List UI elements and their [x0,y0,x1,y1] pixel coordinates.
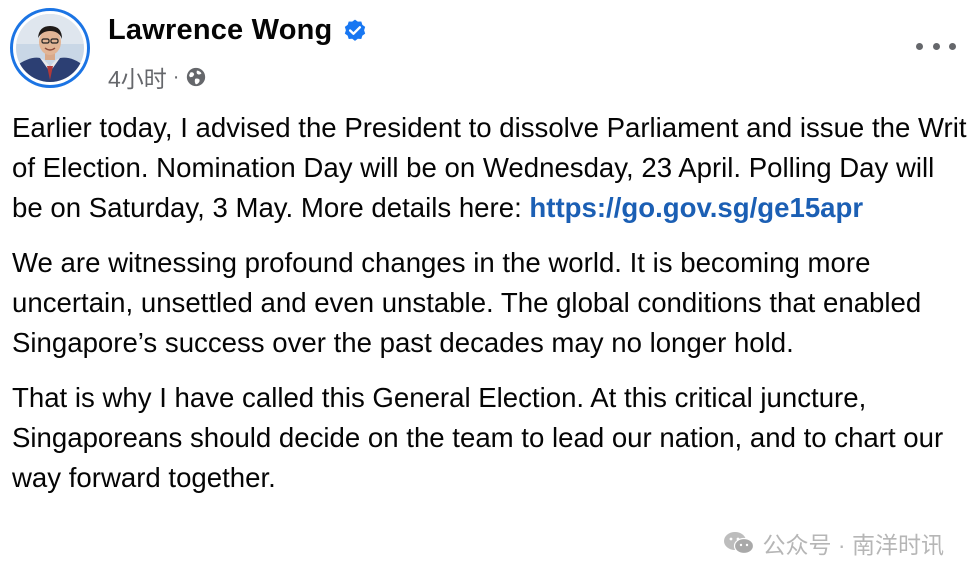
globe-icon[interactable] [185,66,207,88]
paragraph-text: We are witnessing profound changes in th… [12,247,922,358]
paragraph-text: That is why I have called this General E… [12,382,944,493]
post-meta: 4小时 · [108,60,207,94]
watermark: 公众号 · 南洋时讯 [722,526,944,560]
more-dot [916,42,923,50]
avatar-photo [16,14,84,82]
author-row: Lawrence Wong [108,14,368,47]
more-dot [949,42,956,50]
wechat-icon [723,532,754,555]
post-link[interactable]: https://go.gov.sg/ge15apr [529,192,863,223]
avatar[interactable] [10,8,90,88]
post-paragraph: Earlier today, I advised the President t… [12,108,967,228]
watermark-text: 公众号 · 南洋时讯 [762,532,944,558]
post-body: Earlier today, I advised the President t… [12,108,967,513]
more-options-icon[interactable] [916,36,956,56]
post-timestamp[interactable]: 4小时 [108,60,167,94]
post-paragraph: We are witnessing profound changes in th… [12,243,967,363]
meta-separator: · [172,65,180,88]
more-dot [932,42,940,50]
author-name[interactable]: Lawrence Wong [108,14,332,47]
facebook-post: Lawrence Wong 4小时 · Earlier today, I adv… [0,0,974,580]
post-paragraph: That is why I have called this General E… [12,378,967,498]
post-header: Lawrence Wong 4小时 · [10,8,964,92]
verified-badge-icon [345,19,366,41]
